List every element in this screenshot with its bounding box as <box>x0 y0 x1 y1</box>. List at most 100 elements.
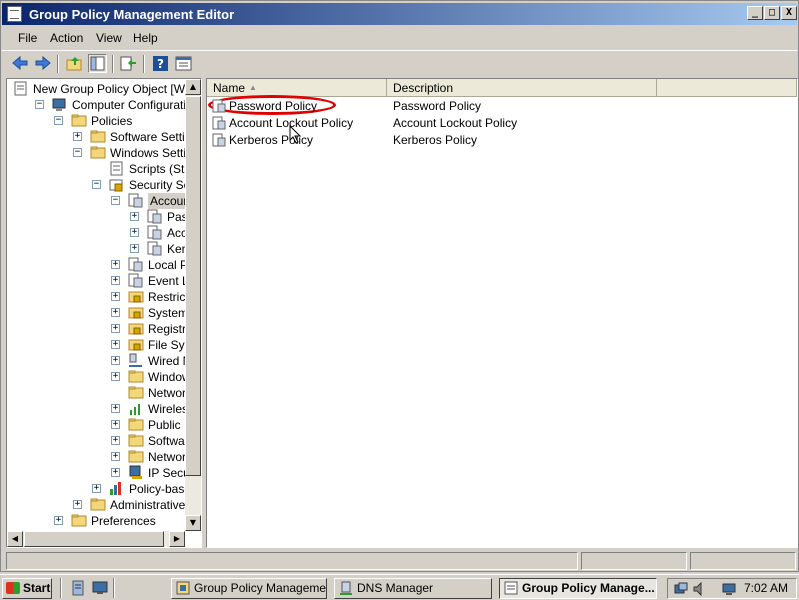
folder-icon <box>90 498 106 511</box>
lock-folder-icon <box>128 307 144 319</box>
policy-icon <box>128 273 143 288</box>
expand-node-button[interactable]: + <box>111 404 120 413</box>
policy-icon <box>212 99 226 113</box>
scroll-thumb[interactable] <box>185 96 201 476</box>
back-icon[interactable] <box>11 54 30 73</box>
forward-icon[interactable] <box>33 54 52 73</box>
scroll-up-button[interactable]: ▲ <box>185 79 201 95</box>
details-pane[interactable]: Name ▲ Description Password Policy Passw… <box>206 78 798 548</box>
expand-node-button[interactable]: + <box>111 452 120 461</box>
lock-folder-icon <box>128 323 144 335</box>
tree-vertical-scrollbar[interactable]: ▲ ▼ <box>185 79 201 531</box>
folder-icon <box>71 114 87 127</box>
expand-node-button[interactable]: + <box>111 340 120 349</box>
policy-icon <box>128 193 143 208</box>
list-row-password-policy[interactable]: Password Policy Password Policy <box>208 95 611 115</box>
taskbar: Start Group Policy Management DNS Manage… <box>0 574 799 600</box>
policy-icon <box>212 133 226 147</box>
column-description-label: Description <box>393 81 454 95</box>
folder-icon <box>90 146 106 159</box>
console-tree[interactable]: New Group Policy Object [WIN- − Computer C… <box>6 78 202 548</box>
taskbar-button-dns-manager[interactable]: DNS Manager <box>334 578 492 599</box>
menu-action[interactable]: Action <box>50 31 83 45</box>
folder-icon <box>128 450 144 463</box>
folder-icon <box>128 370 144 383</box>
server-manager-icon[interactable] <box>70 580 86 596</box>
taskbar-button-group-policy-editor[interactable]: Group Policy Manage... <box>499 578 657 599</box>
expand-node-button[interactable]: + <box>111 372 120 381</box>
menu-view[interactable]: View <box>96 31 122 45</box>
policy-icon <box>212 116 226 130</box>
expand-node-button[interactable]: + <box>73 132 82 141</box>
folder-icon <box>128 386 144 399</box>
show-hide-tree-icon[interactable] <box>88 54 107 73</box>
scroll-left-button[interactable]: ◀ <box>7 531 23 547</box>
taskbar-button-group-policy-management[interactable]: Group Policy Management <box>171 578 327 599</box>
collapse-node-button[interactable]: − <box>73 148 82 157</box>
gpm-icon <box>176 581 190 595</box>
row-description: Account Lockout Policy <box>393 116 518 130</box>
column-header-name[interactable]: Name ▲ <box>207 79 387 97</box>
expand-node-button[interactable]: + <box>111 260 120 269</box>
scroll-right-button[interactable]: ▶ <box>169 531 185 547</box>
expand-node-button[interactable]: + <box>111 324 120 333</box>
expand-node-button[interactable]: + <box>111 436 120 445</box>
network-tray-icon[interactable] <box>674 582 688 596</box>
gpo-document-icon <box>14 81 27 96</box>
expand-node-button[interactable]: + <box>54 516 63 525</box>
expand-node-button[interactable]: + <box>111 276 120 285</box>
expand-node-button[interactable]: + <box>130 212 139 221</box>
toolbar-separator <box>57 55 59 73</box>
folder-icon <box>128 434 144 447</box>
close-button[interactable]: X <box>781 6 797 20</box>
collapse-node-button[interactable]: − <box>54 116 63 125</box>
expand-node-button[interactable]: + <box>130 244 139 253</box>
start-label: Start <box>23 581 51 595</box>
list-row-account-lockout-policy[interactable]: Account Lockout Policy Account Lockout P… <box>211 115 611 132</box>
expand-node-button[interactable]: + <box>111 308 120 317</box>
expand-node-button[interactable]: + <box>92 484 101 493</box>
start-button[interactable]: Start <box>2 578 52 599</box>
toolbar-separator <box>112 55 114 73</box>
menu-file[interactable]: File <box>18 31 37 45</box>
scroll-down-button[interactable]: ▼ <box>185 515 201 531</box>
task-label: DNS Manager <box>357 581 434 595</box>
column-header-description[interactable]: Description <box>387 79 657 97</box>
toolbar: ? <box>2 50 797 76</box>
windows-logo-icon <box>6 582 20 594</box>
help-icon[interactable]: ? <box>151 54 170 73</box>
row-description: Kerberos Policy <box>393 133 478 147</box>
monitor-tray-icon[interactable] <box>722 582 736 596</box>
properties-icon[interactable] <box>174 54 193 73</box>
expand-node-button[interactable]: + <box>111 356 120 365</box>
expand-node-button[interactable]: + <box>111 292 120 301</box>
expand-node-button[interactable]: + <box>111 420 120 429</box>
policy-icon <box>147 241 162 256</box>
volume-tray-icon[interactable] <box>692 582 706 596</box>
expand-node-button[interactable]: + <box>73 500 82 509</box>
tree-horizontal-scrollbar[interactable]: ◀ ▶ <box>7 531 185 547</box>
folder-icon <box>128 418 144 431</box>
toolbar-separator <box>143 55 145 73</box>
list-row-kerberos-policy[interactable]: Kerberos Policy Kerberos Policy <box>211 132 611 149</box>
collapse-node-button[interactable]: − <box>111 196 120 205</box>
row-description: Password Policy <box>393 99 482 113</box>
minimize-button[interactable]: _ <box>747 6 763 20</box>
collapse-node-button[interactable]: − <box>35 100 44 109</box>
lock-folder-icon <box>128 291 144 303</box>
h-scroll-thumb[interactable] <box>24 531 164 547</box>
expand-node-button[interactable]: + <box>130 228 139 237</box>
task-label: Group Policy Management <box>194 581 327 595</box>
mouse-cursor-icon <box>289 125 302 144</box>
maximize-button[interactable]: □ <box>764 6 780 20</box>
status-cell-main <box>6 552 578 570</box>
up-folder-icon[interactable] <box>65 54 84 73</box>
scripts-icon <box>110 161 123 176</box>
title-bar[interactable]: Group Policy Management Editor _ □ X <box>2 3 797 25</box>
show-desktop-icon[interactable] <box>92 580 108 596</box>
security-icon <box>109 179 123 192</box>
expand-node-button[interactable]: + <box>111 468 120 477</box>
collapse-node-button[interactable]: − <box>92 180 101 189</box>
export-list-icon[interactable] <box>119 54 138 73</box>
menu-help[interactable]: Help <box>133 31 158 45</box>
